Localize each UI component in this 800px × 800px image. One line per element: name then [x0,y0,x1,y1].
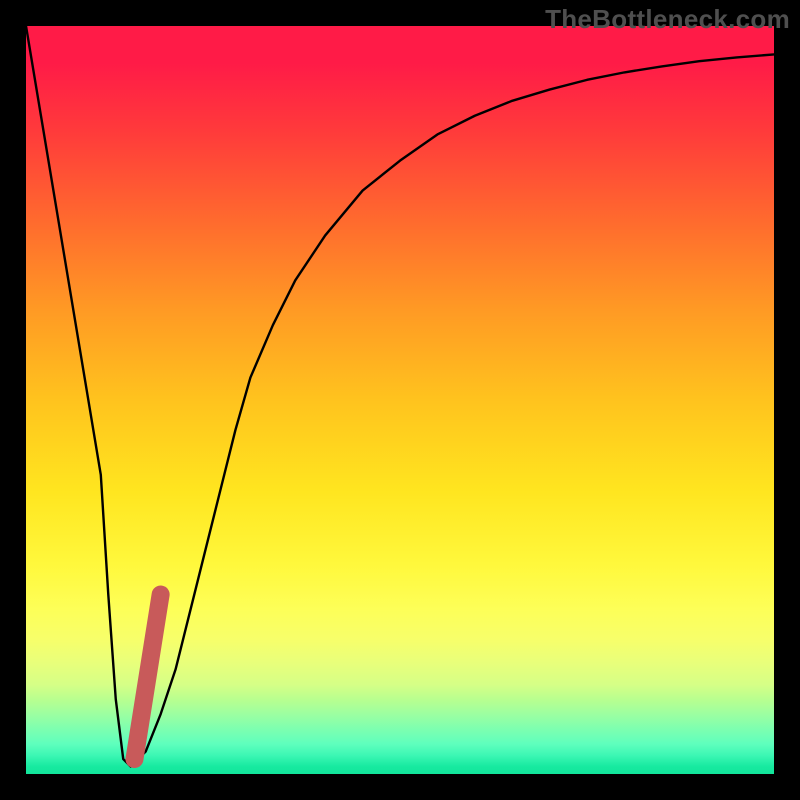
plot-area [26,26,774,774]
watermark-text: TheBottleneck.com [545,4,790,35]
highlight-marker [134,594,160,759]
curve-layer [26,26,774,774]
outer-frame: TheBottleneck.com [0,0,800,800]
bottleneck-curve [26,26,774,767]
